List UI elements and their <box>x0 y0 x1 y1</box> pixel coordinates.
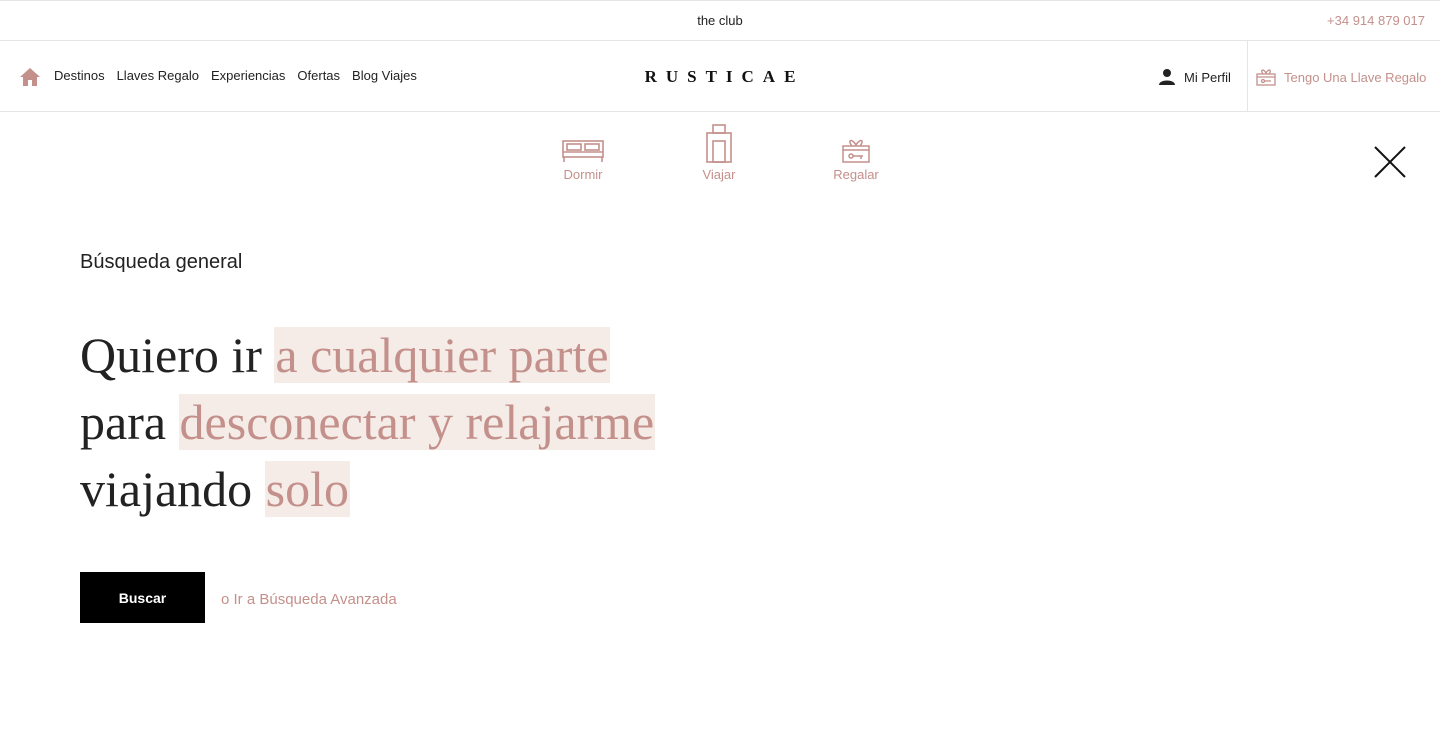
purpose-selector[interactable]: desconectar y relajarme <box>178 394 656 450</box>
gift-icon <box>842 139 870 163</box>
top-bar: the club +34 914 879 017 <box>0 0 1440 41</box>
gift-icon <box>1256 69 1276 86</box>
search-sentence: Quiero ir a cualquier parte para descone… <box>80 322 780 523</box>
companion-selector[interactable]: solo <box>264 461 351 517</box>
tab-viajar[interactable]: Viajar <box>679 120 759 182</box>
nav-divider <box>1247 41 1248 111</box>
suitcase-icon <box>706 124 732 163</box>
tab-dormir-label: Dormir <box>563 167 603 182</box>
the-club-link[interactable]: the club <box>0 13 1440 28</box>
tab-dormir[interactable]: Dormir <box>543 120 623 182</box>
search-button[interactable]: Buscar <box>80 572 205 623</box>
gift-key-link[interactable]: Tengo Una Llave Regalo <box>1256 68 1426 86</box>
main-nav: Destinos Llaves Regalo Experiencias Ofer… <box>0 41 1440 112</box>
tab-viajar-label: Viajar <box>702 167 736 182</box>
destination-selector[interactable]: a cualquier parte <box>274 327 610 383</box>
profile-label: Mi Perfil <box>1184 69 1231 85</box>
line2-prefix: para <box>80 394 167 450</box>
tab-regalar[interactable]: Regalar <box>816 120 896 182</box>
gift-key-label: Tengo Una Llave Regalo <box>1284 69 1427 85</box>
bed-icon <box>562 140 604 162</box>
sentence-line-1: Quiero ir a cualquier parte <box>80 322 780 389</box>
line1-prefix: Quiero ir <box>80 327 262 383</box>
sentence-line-3: viajando solo <box>80 456 780 523</box>
search-title: Búsqueda general <box>80 251 243 273</box>
advanced-search-link[interactable]: o Ir a Búsqueda Avanzada <box>221 591 397 608</box>
close-icon[interactable] <box>1372 144 1408 180</box>
sentence-line-2: para desconectar y relajarme <box>80 389 780 456</box>
category-tabs: Dormir Viajar Regalar <box>0 120 1440 190</box>
phone-number[interactable]: +34 914 879 017 <box>1327 13 1425 28</box>
user-icon <box>1159 69 1175 85</box>
profile-link[interactable]: Mi Perfil <box>1158 68 1231 86</box>
tab-regalar-label: Regalar <box>833 167 879 182</box>
line3-prefix: viajando <box>80 461 253 517</box>
